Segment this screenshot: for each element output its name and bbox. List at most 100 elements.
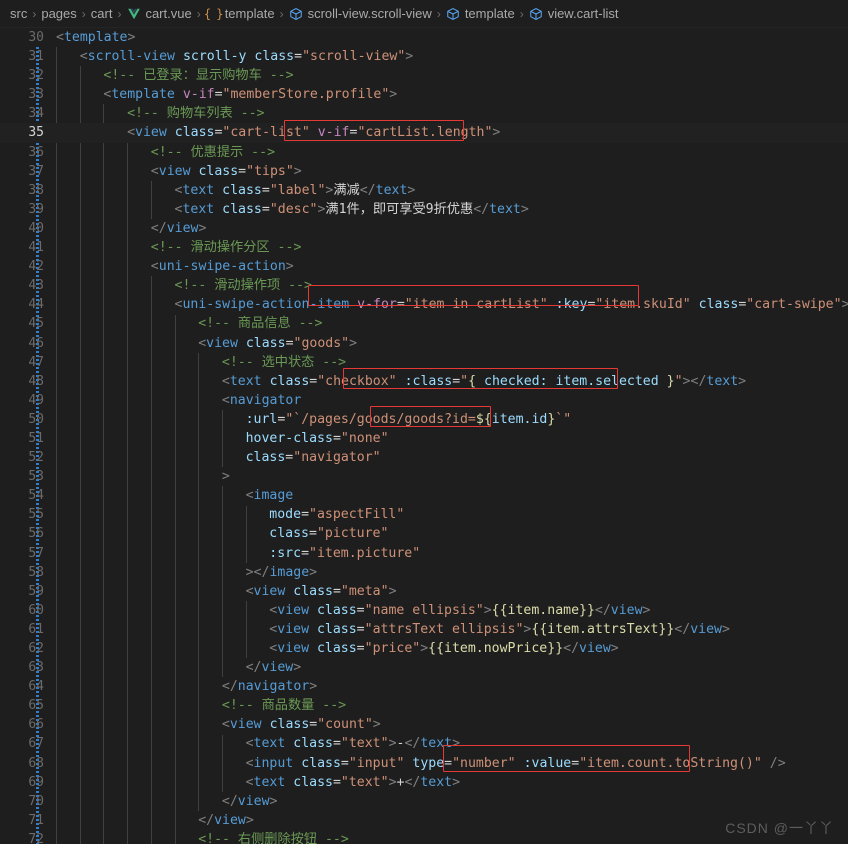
code-line[interactable]: 52 class="navigator" bbox=[0, 448, 848, 467]
code-line[interactable]: 31 <scroll-view scroll-y class="scroll-vi… bbox=[0, 47, 848, 66]
token-mus: {{item.attrsText}} bbox=[531, 621, 675, 637]
token-eq: = bbox=[332, 774, 341, 790]
code-line[interactable]: 38 <text class="label">满减</text> bbox=[0, 181, 848, 200]
token-punct: </ bbox=[690, 373, 707, 389]
code-line[interactable]: 49 <navigator bbox=[0, 391, 848, 410]
code-line[interactable]: 63 </view> bbox=[0, 658, 848, 677]
line-number: 31 bbox=[28, 49, 44, 65]
code-line[interactable]: 39 <text class="desc">满1件，即可享受9折优惠</text> bbox=[0, 200, 848, 219]
token-eq: = bbox=[301, 545, 310, 561]
line-number: 49 bbox=[28, 392, 44, 408]
code-line[interactable]: 36 <!-- 优惠提示 --> bbox=[0, 143, 848, 162]
code-line[interactable]: 60 <view class="name ellipsis">{{item.nam… bbox=[0, 601, 848, 620]
code-line[interactable]: 72 <!-- 右侧删除按钮 --> bbox=[0, 830, 848, 844]
code-line[interactable]: 44 <uni-swipe-action-item v-for="item in … bbox=[0, 295, 848, 314]
token-eq: = bbox=[238, 163, 247, 179]
code-line[interactable]: 57:src="item.picture" bbox=[0, 544, 848, 563]
code-line[interactable]: 62 <view class="price">{{item.nowPrice}}<… bbox=[0, 639, 848, 658]
line-number: 42 bbox=[28, 259, 44, 275]
token-punct: > bbox=[642, 602, 651, 618]
code-line[interactable]: 37 <view class="tips"> bbox=[0, 162, 848, 181]
code-text: class="picture" bbox=[56, 524, 388, 543]
code-line[interactable]: 41 <!-- 滑动操作分区 --> bbox=[0, 238, 848, 257]
token-punct: > bbox=[285, 259, 294, 275]
code-text: </view> bbox=[56, 219, 207, 238]
code-editor[interactable]: 30 <template> 31 <scroll-view scroll-y clas… bbox=[0, 28, 848, 844]
code-line[interactable]: 70 </view> bbox=[0, 792, 848, 811]
code-text: <view class="cart-list" v-if="cartList.l… bbox=[56, 123, 500, 142]
code-line[interactable]: 53 > bbox=[0, 467, 848, 486]
line-number: 41 bbox=[28, 240, 44, 256]
code-line[interactable]: 64 </navigator> bbox=[0, 677, 848, 696]
code-line[interactable]: 40 </view> bbox=[0, 219, 848, 238]
code-line[interactable]: 67 <text class="text">-</text> bbox=[0, 734, 848, 753]
code-line[interactable]: 61 <view class="attrsText ellipsis">{{ite… bbox=[0, 620, 848, 639]
breadcrumb-item-scroll-view-scroll-view[interactable]: scroll-view.scroll-view bbox=[289, 6, 432, 21]
breadcrumb-item-template[interactable]: { } template bbox=[204, 6, 275, 21]
token-tag: text bbox=[489, 201, 521, 217]
token-str: "count" bbox=[317, 717, 373, 733]
code-text: <view class="attrsText ellipsis">{{item.… bbox=[56, 620, 730, 639]
token-punct: > bbox=[293, 660, 302, 676]
code-line[interactable]: 32 <!-- 已登录：显示购物车 --> bbox=[0, 66, 848, 85]
token-str: "item.skuId" bbox=[595, 297, 691, 313]
token-eq: = bbox=[332, 430, 341, 446]
breadcrumb-item-cart-vue[interactable]: cart.vue bbox=[126, 6, 192, 21]
code-line[interactable]: 48 <text class="checkbox" :class="{ check… bbox=[0, 372, 848, 391]
breadcrumb-item-view-cart-list[interactable]: view.cart-list bbox=[529, 6, 618, 21]
code-line[interactable]: 43 <!-- 滑动操作项 --> bbox=[0, 276, 848, 295]
code-line[interactable]: 34 <!-- 购物车列表 --> bbox=[0, 104, 848, 123]
token-punct: < bbox=[221, 717, 230, 733]
code-line[interactable]: 59 <view class="meta"> bbox=[0, 582, 848, 601]
token-punct: < bbox=[245, 774, 254, 790]
code-line[interactable]: 58 ></image> bbox=[0, 563, 848, 582]
code-text: <uni-swipe-action-item v-for="item in ca… bbox=[56, 295, 848, 314]
token-punct: > bbox=[388, 583, 397, 599]
code-line[interactable]: 56 class="picture" bbox=[0, 524, 848, 543]
line-number: 63 bbox=[28, 660, 44, 676]
code-line[interactable]: 47 <!-- 选中状态 --> bbox=[0, 353, 848, 372]
code-line[interactable]: 68 <input class="input" type="number" :va… bbox=[0, 754, 848, 773]
token-attr: class bbox=[301, 755, 341, 771]
code-line[interactable]: 35 <view class="cart-list" v-if="cartList… bbox=[0, 123, 848, 143]
token-tag: image bbox=[253, 488, 294, 504]
code-text: <!-- 商品数量 --> bbox=[56, 696, 346, 715]
breadcrumb-item-cart[interactable]: cart bbox=[91, 6, 113, 21]
code-line[interactable]: 65 <!-- 商品数量 --> bbox=[0, 696, 848, 715]
line-number: 58 bbox=[28, 564, 44, 580]
code-line[interactable]: 33 <template v-if="memberStore.profile"> bbox=[0, 85, 848, 104]
token-vdir: v-if bbox=[317, 125, 350, 141]
token-tag: scroll-view bbox=[87, 49, 175, 65]
token-eq: = bbox=[332, 583, 341, 599]
code-line[interactable]: 54 <image bbox=[0, 486, 848, 505]
token-str: "input" bbox=[348, 755, 405, 771]
breadcrumb-item-pages[interactable]: pages bbox=[41, 6, 76, 21]
token-attr: class bbox=[293, 736, 333, 752]
code-text: > bbox=[56, 467, 230, 486]
token-punct: > bbox=[492, 125, 501, 141]
code-line[interactable]: 30 <template> bbox=[0, 28, 848, 47]
code-line[interactable]: 46 <view class="goods"> bbox=[0, 334, 848, 353]
cube-icon bbox=[446, 6, 461, 21]
token-punct: > bbox=[721, 621, 730, 637]
code-line[interactable]: 66 <view class="count"> bbox=[0, 715, 848, 734]
code-line[interactable]: 42 <uni-swipe-action> bbox=[0, 257, 848, 276]
line-number: 53 bbox=[28, 469, 44, 485]
code-text: </view> bbox=[56, 792, 278, 811]
code-line[interactable]: 45 <!-- 商品信息 --> bbox=[0, 314, 848, 333]
token-punct: > bbox=[388, 736, 397, 752]
breadcrumb-item-template[interactable]: template bbox=[446, 6, 515, 21]
code-line[interactable]: 55 mode="aspectFill" bbox=[0, 505, 848, 524]
token-text: 满减 bbox=[333, 182, 360, 198]
code-line[interactable]: 50:url="`/pages/goods/goods?id=${item.id… bbox=[0, 410, 848, 429]
code-line[interactable]: 51 hover-class="none" bbox=[0, 429, 848, 448]
line-number: 45 bbox=[28, 316, 44, 332]
code-line[interactable]: 69 <text class="text">+</text> bbox=[0, 773, 848, 792]
token-attr: type bbox=[412, 755, 445, 771]
code-line[interactable]: 71 </view> bbox=[0, 811, 848, 830]
breadcrumb-item-src[interactable]: src bbox=[10, 6, 27, 21]
token-attr: class bbox=[269, 526, 309, 542]
